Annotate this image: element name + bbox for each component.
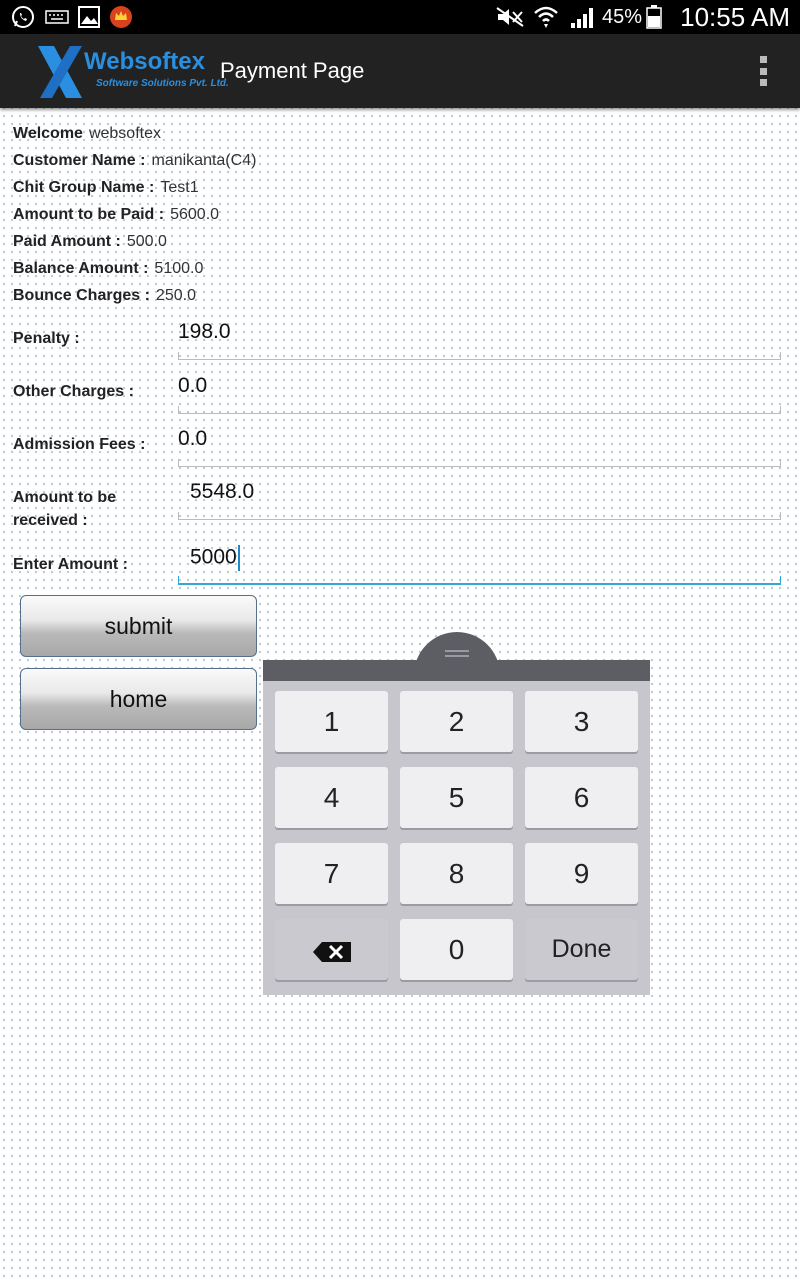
amount-to-be-received-value: 5548.0 [190, 480, 255, 503]
key-6[interactable]: 6 [525, 767, 638, 828]
key-1[interactable]: 1 [275, 691, 388, 752]
bounce-charges-label: Bounce Charges : [13, 287, 150, 304]
key-7[interactable]: 7 [275, 843, 388, 904]
welcome-value: websoftex [88, 125, 161, 142]
enter-amount-value: 5000 [190, 545, 237, 569]
welcome-label: Welcome [13, 125, 83, 142]
logo-x-icon [38, 46, 82, 98]
app-crown-icon [108, 5, 134, 29]
amount-to-be-paid-value: 5600.0 [170, 206, 220, 223]
admission-fees-value: 0.0 [178, 427, 208, 450]
key-9[interactable]: 9 [525, 843, 638, 904]
whatsapp-icon [10, 5, 36, 29]
other-charges-value: 0.0 [178, 374, 208, 397]
delete-key[interactable] [275, 919, 388, 980]
status-bar: 45% 10:55 AM [0, 0, 800, 34]
penalty-field[interactable]: 198.0 [178, 320, 781, 360]
other-charges-label: Other Charges : [13, 383, 134, 400]
image-icon [77, 5, 101, 29]
amount-to-be-received-field[interactable]: 5548.0 [178, 480, 781, 520]
submit-button[interactable]: submit [20, 595, 257, 657]
numeric-keypad: 1 2 3 4 5 6 7 8 9 0 Done [263, 660, 650, 995]
paid-amount-value: 500.0 [126, 233, 167, 250]
key-2[interactable]: 2 [400, 691, 513, 752]
customer-name-value: manikanta(C4) [151, 152, 257, 169]
done-key[interactable]: Done [525, 919, 638, 980]
signal-icon [568, 5, 598, 29]
penalty-label: Penalty : [13, 330, 80, 347]
penalty-value: 198.0 [178, 320, 231, 343]
other-charges-field[interactable]: 0.0 [178, 374, 781, 414]
bounce-charges-row: Bounce Charges : 250.0 [13, 287, 196, 305]
wifi-icon [532, 5, 560, 29]
key-0[interactable]: 0 [400, 919, 513, 980]
balance-amount-value: 5100.0 [154, 260, 204, 277]
enter-amount-input[interactable]: 5000 [178, 545, 781, 585]
battery-percent: 45% [601, 6, 642, 28]
mute-icon [494, 5, 526, 29]
admission-fees-label: Admission Fees : [13, 436, 146, 453]
balance-amount-row: Balance Amount : 5100.0 [13, 260, 203, 278]
key-3[interactable]: 3 [525, 691, 638, 752]
text-cursor [237, 545, 240, 571]
backspace-icon [312, 941, 351, 962]
paid-amount-label: Paid Amount : [13, 233, 121, 250]
drag-handle-icon [445, 650, 469, 657]
customer-name-row: Customer Name : manikanta(C4) [13, 152, 256, 170]
paid-amount-row: Paid Amount : 500.0 [13, 233, 167, 251]
chit-group-value: Test1 [160, 179, 199, 196]
key-4[interactable]: 4 [275, 767, 388, 828]
websoftex-logo: Websoftex Software Solutions Pvt. Ltd. [36, 42, 229, 102]
balance-amount-label: Balance Amount : [13, 260, 149, 277]
battery-icon [645, 5, 663, 29]
chit-group-row: Chit Group Name : Test1 [13, 179, 199, 197]
key-8[interactable]: 8 [400, 843, 513, 904]
admission-fees-field[interactable]: 0.0 [178, 427, 781, 467]
logo-subtitle: Software Solutions Pvt. Ltd. [96, 78, 229, 89]
amount-to-be-received-label: Amount to be received : [13, 489, 117, 529]
keyboard-icon [44, 5, 70, 29]
logo-brand: Websoftex [84, 48, 205, 75]
home-button[interactable]: home [20, 668, 257, 730]
more-vert-icon[interactable] [760, 56, 770, 86]
amount-to-be-paid-row: Amount to be Paid : 5600.0 [13, 206, 219, 224]
chit-group-label: Chit Group Name : [13, 179, 155, 196]
bounce-charges-value: 250.0 [155, 287, 196, 304]
welcome-row: Welcome websoftex [13, 125, 161, 143]
page-title: Payment Page [220, 58, 365, 83]
status-time: 10:55 AM [680, 2, 790, 32]
app-bar: Websoftex Software Solutions Pvt. Ltd. P… [0, 34, 800, 108]
enter-amount-label: Enter Amount : [13, 556, 128, 573]
customer-name-label: Customer Name : [13, 152, 146, 169]
amount-to-be-paid-label: Amount to be Paid : [13, 206, 165, 223]
key-5[interactable]: 5 [400, 767, 513, 828]
